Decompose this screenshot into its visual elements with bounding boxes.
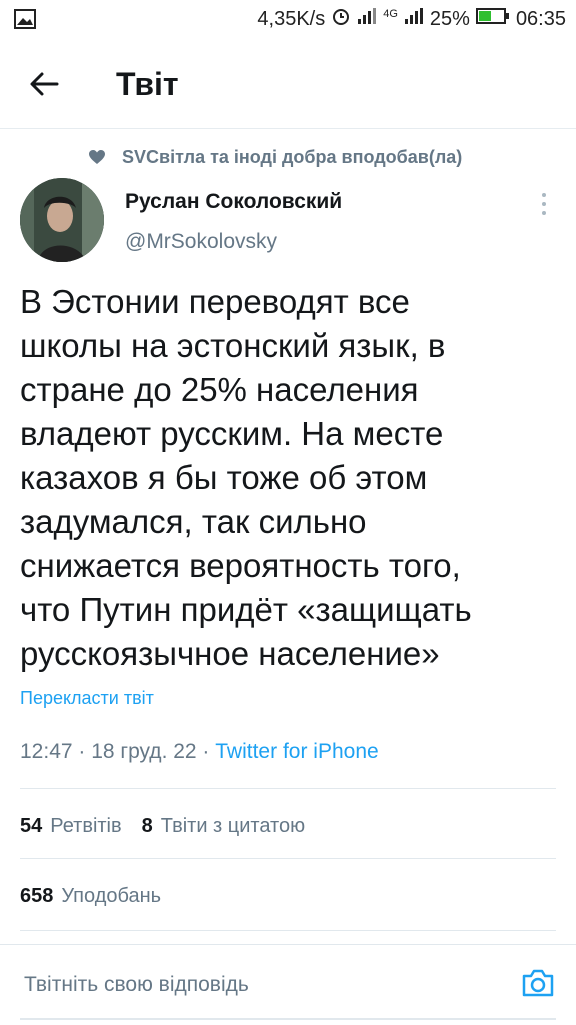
- alarm-icon: [331, 6, 351, 32]
- social-context-text: SVСвітла та іноді добра вподобав(ла): [122, 146, 463, 167]
- more-dot: [542, 202, 546, 206]
- battery-icon: [475, 7, 510, 31]
- tweet-source-link[interactable]: Twitter for iPhone: [215, 740, 378, 763]
- likes-label: Уподобань: [61, 884, 162, 907]
- network-type: 4G: [383, 8, 398, 20]
- status-indicators: 4,35K/s 4G 25% 06:35: [257, 6, 566, 32]
- likes-stat[interactable]: 658 Уподобань: [20, 885, 161, 908]
- more-options-button[interactable]: [530, 188, 558, 220]
- reply-bar: Твітніть свою відповідь: [0, 944, 576, 1025]
- quotes-stat[interactable]: 8 Твіти з цитатою: [142, 815, 305, 838]
- translate-tweet-link[interactable]: Перекласти твіт: [20, 688, 154, 709]
- back-button[interactable]: [20, 62, 68, 106]
- tweet-meta: 12:47 · 18 груд. 22 · Twitter for iPhone: [20, 740, 379, 764]
- network-speed: 4,35K/s: [257, 7, 326, 30]
- divider: [20, 930, 556, 931]
- clock: 06:35: [515, 7, 566, 30]
- heart-icon: [89, 150, 105, 164]
- camera-button[interactable]: [518, 963, 558, 1003]
- avatar[interactable]: [20, 178, 104, 262]
- page-title: Твіт: [116, 66, 179, 102]
- app-header: Твіт: [0, 40, 576, 129]
- author-name[interactable]: Руслан Соколовский: [125, 190, 342, 214]
- divider: [20, 858, 556, 859]
- gallery-icon: [14, 9, 36, 34]
- bottom-divider: [20, 1018, 556, 1020]
- status-bar: 4,35K/s 4G 25% 06:35: [0, 0, 576, 40]
- arrow-left-icon: [30, 72, 59, 96]
- signal-icon: [357, 7, 377, 31]
- retweets-stat[interactable]: 54 Ретвітів: [20, 815, 122, 838]
- retweets-label: Ретвітів: [50, 814, 122, 837]
- more-dot: [542, 193, 546, 197]
- likes-count: 658: [20, 884, 54, 907]
- social-context[interactable]: SVСвітла та іноді добра вподобав(ла): [88, 142, 462, 172]
- quotes-label: Твіти з цитатою: [160, 814, 306, 837]
- more-dot: [542, 211, 546, 215]
- divider: [20, 788, 556, 789]
- retweets-count: 54: [20, 814, 43, 837]
- tweet-timestamp: 12:47 · 18 груд. 22 ·: [20, 740, 216, 763]
- battery-percent: 25%: [429, 7, 470, 30]
- reply-input[interactable]: Твітніть свою відповідь: [24, 973, 249, 997]
- tweet-text: В Эстонии переводят все школы на эстонск…: [20, 283, 472, 672]
- author-handle[interactable]: @MrSokolovsky: [125, 230, 277, 254]
- stats-row: 54 Ретвітів 8 Твіти з цитатою: [20, 806, 305, 846]
- signal-icon-2: [404, 7, 424, 31]
- likes-row: 658 Уподобань: [20, 876, 161, 916]
- quotes-count: 8: [141, 814, 153, 837]
- camera-icon: [522, 969, 554, 997]
